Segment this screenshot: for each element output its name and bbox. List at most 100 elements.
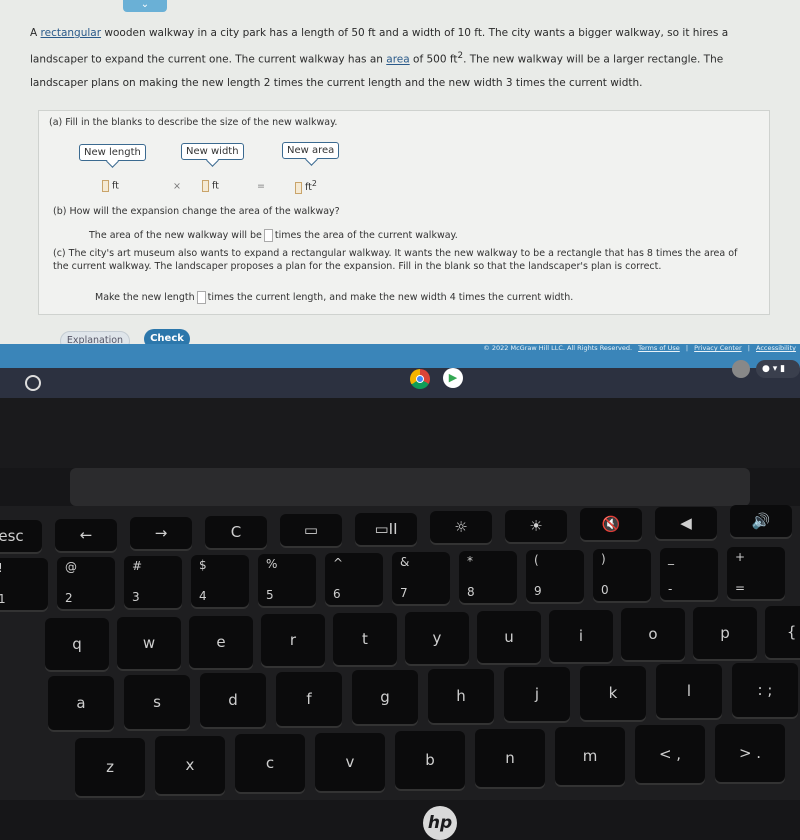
status-tray[interactable]: ● ▾ ▮ bbox=[756, 360, 800, 378]
key[interactable]: h bbox=[428, 668, 494, 723]
key[interactable]: ) 0 bbox=[593, 549, 651, 601]
key-label: 1 bbox=[0, 592, 6, 606]
key-label: * bbox=[467, 554, 473, 568]
question-panel: (a) Fill in the blanks to describe the s… bbox=[38, 110, 770, 315]
key-label: x bbox=[185, 756, 195, 775]
unit-ft2: ft bbox=[305, 182, 312, 194]
key[interactable]: l bbox=[656, 664, 722, 718]
key[interactable]: & 7 bbox=[392, 552, 450, 604]
key[interactable]: y bbox=[405, 612, 469, 664]
key-label: > . bbox=[738, 743, 762, 762]
part-c-answer-line: Make the new length times the current len… bbox=[95, 291, 574, 304]
browser-screen: ⌄ A rectangular wooden walkway in a city… bbox=[0, 0, 800, 372]
key-label: h bbox=[456, 686, 466, 705]
key-label: < , bbox=[658, 745, 682, 764]
key-label: ▭II bbox=[374, 519, 398, 538]
key[interactable]: f bbox=[276, 671, 342, 726]
key[interactable]: ☀ bbox=[505, 509, 567, 542]
key-label: c bbox=[265, 754, 275, 773]
key[interactable]: : ; bbox=[732, 662, 798, 717]
key[interactable]: * 8 bbox=[459, 551, 517, 603]
length-factor-input[interactable] bbox=[196, 291, 206, 304]
rectangular-link[interactable]: rectangular bbox=[41, 27, 102, 39]
key-label: # bbox=[132, 559, 143, 573]
key-label: ^ bbox=[333, 556, 344, 570]
key[interactable]: e bbox=[189, 615, 253, 668]
area-factor-input[interactable] bbox=[263, 229, 273, 242]
key[interactable]: d bbox=[200, 673, 266, 727]
key[interactable]: $4 bbox=[191, 555, 249, 607]
key[interactable]: a bbox=[48, 676, 114, 730]
area-link[interactable]: area bbox=[386, 54, 409, 66]
key-label: n bbox=[505, 749, 515, 767]
key[interactable]: o bbox=[621, 608, 685, 661]
key-label: 8 bbox=[467, 585, 475, 599]
key[interactable]: k bbox=[580, 665, 646, 720]
key-label: % bbox=[266, 557, 278, 571]
key[interactable]: ☼ bbox=[430, 511, 492, 543]
key[interactable]: 🔇 bbox=[580, 508, 642, 540]
key-label: 4 bbox=[199, 589, 207, 603]
key-label: { [ bbox=[786, 623, 800, 641]
key[interactable]: i bbox=[549, 609, 613, 662]
key[interactable]: ^ 6 bbox=[325, 553, 383, 605]
key[interactable]: > . bbox=[715, 723, 785, 782]
key[interactable]: → bbox=[130, 517, 192, 549]
key-label: 3 bbox=[132, 590, 140, 604]
key[interactable]: n bbox=[475, 729, 545, 787]
key[interactable]: esc bbox=[0, 520, 42, 552]
key-label: ( bbox=[534, 553, 539, 567]
key[interactable]: w bbox=[117, 616, 181, 669]
key[interactable]: ▭ bbox=[280, 514, 342, 546]
key-label: esc bbox=[0, 527, 24, 545]
privacy-link[interactable]: Privacy Center bbox=[694, 344, 741, 352]
key[interactable]: j bbox=[504, 667, 570, 721]
avatar[interactable] bbox=[732, 360, 750, 378]
new-length-input[interactable] bbox=[102, 180, 109, 192]
key-label: l bbox=[686, 682, 692, 700]
key[interactable]: (9 bbox=[526, 550, 584, 602]
key[interactable]: g bbox=[352, 670, 418, 724]
new-width-input[interactable] bbox=[202, 180, 209, 192]
key[interactable]: v bbox=[315, 732, 385, 791]
terms-link[interactable]: Terms of Use bbox=[638, 344, 680, 352]
key[interactable]: ← bbox=[55, 518, 117, 551]
key[interactable]: m bbox=[555, 727, 625, 786]
key[interactable]: ▭II bbox=[355, 512, 417, 545]
key[interactable]: < , bbox=[635, 725, 705, 784]
play-store-icon[interactable]: ▶ bbox=[443, 368, 463, 388]
key[interactable]: p bbox=[693, 607, 757, 660]
key[interactable]: ◀ bbox=[655, 506, 717, 539]
unit-ft: ft bbox=[112, 180, 119, 192]
hp-logo: hp bbox=[423, 806, 457, 840]
key[interactable]: _ - bbox=[660, 548, 718, 600]
key[interactable]: u bbox=[477, 610, 541, 663]
accessibility-link[interactable]: Accessibility bbox=[756, 344, 796, 352]
key[interactable]: q bbox=[45, 618, 109, 670]
new-area-input[interactable] bbox=[295, 181, 302, 194]
key[interactable]: 🔊 bbox=[730, 505, 792, 537]
key[interactable]: z bbox=[75, 738, 145, 796]
key[interactable]: x bbox=[155, 736, 225, 795]
key[interactable]: b bbox=[395, 730, 465, 789]
key[interactable]: C bbox=[205, 515, 267, 548]
key[interactable]: s bbox=[124, 674, 190, 729]
key-label: ← bbox=[79, 525, 93, 544]
key-label: ☼ bbox=[454, 518, 468, 536]
key[interactable]: #3 bbox=[124, 556, 182, 608]
launcher-icon[interactable] bbox=[25, 375, 41, 391]
key[interactable]: @2 bbox=[57, 557, 115, 609]
chrome-icon[interactable] bbox=[410, 369, 430, 389]
key-label: ☀ bbox=[529, 516, 543, 535]
key[interactable]: { [ bbox=[765, 606, 800, 658]
key[interactable]: t bbox=[333, 613, 397, 666]
key[interactable]: r bbox=[261, 614, 325, 667]
key[interactable]: + = bbox=[727, 547, 785, 599]
collapse-chevron-icon[interactable]: ⌄ bbox=[123, 0, 167, 12]
key[interactable]: !1 bbox=[0, 558, 48, 610]
key[interactable]: % 5 bbox=[258, 554, 316, 606]
part-c-prompt: (c) The city's art museum also wants to … bbox=[53, 248, 738, 272]
key[interactable]: c bbox=[235, 734, 305, 793]
laptop-bezel: hp bbox=[0, 398, 800, 840]
key-label: k bbox=[608, 683, 618, 702]
